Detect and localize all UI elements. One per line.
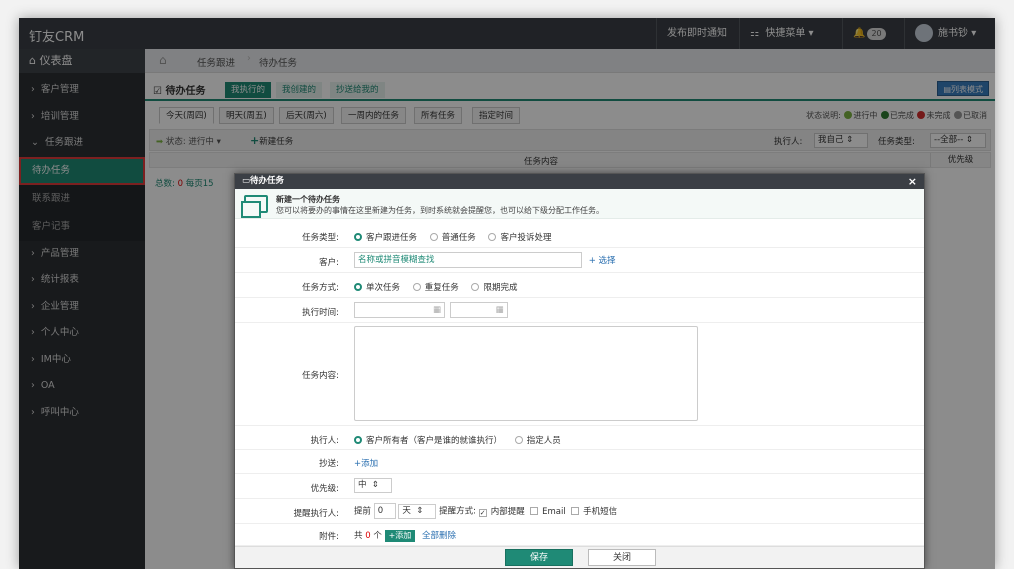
priority-label: 优先级: bbox=[310, 484, 339, 494]
task-mode-label: 任务方式: bbox=[302, 283, 339, 293]
cc-row: 抄送: +添加 bbox=[235, 450, 924, 474]
task-type-option-normal[interactable]: 普通任务 bbox=[429, 233, 476, 243]
task-mode-option-deadline[interactable]: 限期完成 bbox=[471, 283, 517, 293]
remind-unit-select[interactable]: 天 ⇕ bbox=[398, 503, 437, 519]
option-label: 重复任务 bbox=[424, 283, 459, 293]
close-button[interactable]: 关闭 bbox=[588, 549, 656, 566]
task-content-label: 任务内容: bbox=[302, 371, 339, 381]
priority-select[interactable]: 中 ⇕ bbox=[354, 478, 392, 493]
window-icon bbox=[241, 195, 268, 218]
new-task-dialog: ▭待办任务 × 新建一个待办任务 您可以将要办的事情在这里新建为任务，到时系统就… bbox=[234, 173, 925, 569]
priority-value: 中 bbox=[358, 480, 367, 490]
task-content-textarea[interactable] bbox=[354, 326, 698, 421]
option-label: 普通任务 bbox=[441, 233, 476, 243]
attachment-row: 附件: 共 0 个 +添加 全部删除 bbox=[235, 524, 924, 546]
task-mode-row: 任务方式: 单次任务 重复任务 限期完成 bbox=[235, 273, 924, 298]
dialog-footer: 保存 关闭 bbox=[235, 546, 924, 568]
radio-icon bbox=[514, 436, 523, 444]
task-content-row: 任务内容: bbox=[235, 323, 924, 426]
option-label: 限期完成 bbox=[483, 283, 518, 293]
cc-add-link[interactable]: +添加 bbox=[354, 457, 378, 469]
dialog-title: 待办任务 bbox=[250, 176, 285, 186]
exec-time-label: 执行时间: bbox=[302, 308, 339, 318]
customer-label: 客户: bbox=[319, 258, 339, 268]
exec-time-row: 执行时间: ▦ ▦ bbox=[235, 298, 924, 323]
executor-label: 执行人: bbox=[310, 436, 339, 446]
calendar-icon: ▦ bbox=[432, 305, 441, 315]
intro-description: 您可以将要办的事情在这里新建为任务，到时系统就会提醒您，也可以给下级分配工作任务… bbox=[276, 206, 604, 215]
priority-group: 中 ⇕ bbox=[354, 478, 392, 493]
intro-title: 新建一个待办任务 bbox=[276, 195, 340, 204]
option-label: 客户所有者（客户是谁的就谁执行） bbox=[366, 436, 503, 446]
radio-icon bbox=[488, 233, 497, 241]
option-label: 手机短信 bbox=[583, 506, 618, 517]
executor-options: 客户所有者（客户是谁的就谁执行） 指定人员 bbox=[354, 434, 571, 446]
checkbox-icon bbox=[530, 506, 539, 515]
task-type-label: 任务类型: bbox=[302, 233, 339, 243]
remind-group: 提前 0 天 ⇕ 提醒方式: ✓ 内部提醒 Email 手机短信 bbox=[354, 503, 617, 519]
exec-time-fields: ▦ ▦ bbox=[354, 302, 508, 318]
calendar-icon: ▦ bbox=[495, 305, 504, 315]
customer-field-group: 名称或拼音模糊查找 + 选择 bbox=[354, 252, 616, 268]
attachment-group: 共 0 个 +添加 全部删除 bbox=[354, 529, 456, 542]
task-mode-options: 单次任务 重复任务 限期完成 bbox=[354, 281, 527, 293]
remind-method-label: 提醒方式: bbox=[439, 506, 476, 517]
radio-checked-icon bbox=[354, 233, 362, 241]
radio-icon bbox=[471, 283, 480, 291]
option-label: 客户跟进任务 bbox=[366, 233, 418, 243]
dialog-header: ▭待办任务 × bbox=[235, 174, 924, 189]
option-label: 客户投诉处理 bbox=[500, 233, 552, 243]
attachment-count: 0 bbox=[365, 531, 371, 541]
radio-checked-icon bbox=[354, 436, 362, 444]
radio-checked-icon bbox=[354, 283, 362, 291]
remind-internal-checkbox[interactable]: ✓ 内部提醒 bbox=[478, 506, 525, 517]
attachment-add-button[interactable]: +添加 bbox=[384, 530, 416, 542]
attachment-label: 附件: bbox=[319, 532, 339, 542]
attachment-prefix: 共 bbox=[354, 531, 363, 541]
check-icon: ✓ bbox=[478, 508, 487, 517]
option-label: 指定人员 bbox=[526, 436, 561, 446]
attachment-suffix: 个 bbox=[373, 531, 382, 541]
remind-num-input[interactable]: 0 bbox=[373, 503, 396, 519]
option-label: Email bbox=[542, 506, 566, 517]
exec-date-input[interactable]: ▦ bbox=[354, 302, 445, 318]
executor-option-specified[interactable]: 指定人员 bbox=[514, 436, 561, 446]
executor-option-owner[interactable]: 客户所有者（客户是谁的就谁执行） bbox=[354, 436, 502, 446]
task-mode-option-single[interactable]: 单次任务 bbox=[354, 283, 400, 293]
choose-customer-link[interactable]: + 选择 bbox=[589, 256, 616, 266]
attachment-delete-all-link[interactable]: 全部删除 bbox=[422, 531, 456, 541]
option-label: 单次任务 bbox=[366, 283, 401, 293]
dialog-intro: 新建一个待办任务 您可以将要办的事情在这里新建为任务，到时系统就会提醒您，也可以… bbox=[235, 189, 924, 219]
task-type-row: 任务类型: 客户跟进任务 普通任务 客户投诉处理 bbox=[235, 223, 924, 248]
window-icon: ▭ bbox=[242, 176, 251, 186]
close-icon[interactable]: × bbox=[908, 174, 917, 189]
checkbox-icon bbox=[571, 506, 580, 515]
exec-clock-input[interactable]: ▦ bbox=[449, 302, 508, 318]
app-window: 钉友CRM 发布即时通知 ⚏ 快捷菜单 ▾ 🔔 20 施书钞 ▾ ⌂ 仪表盘 › … bbox=[19, 18, 995, 569]
remind-email-checkbox[interactable]: Email bbox=[530, 506, 566, 517]
executor-row: 执行人: 客户所有者（客户是谁的就谁执行） 指定人员 bbox=[235, 426, 924, 450]
customer-search-input[interactable]: 名称或拼音模糊查找 bbox=[354, 252, 582, 268]
remind-before-label: 提前 bbox=[354, 506, 372, 517]
cc-label: 抄送: bbox=[319, 459, 339, 469]
priority-row: 优先级: 中 ⇕ bbox=[235, 474, 924, 499]
remind-unit-value: 天 bbox=[402, 505, 411, 516]
remind-sms-checkbox[interactable]: 手机短信 bbox=[571, 506, 618, 517]
customer-row: 客户: 名称或拼音模糊查找 + 选择 bbox=[235, 248, 924, 273]
option-label: 内部提醒 bbox=[490, 506, 525, 517]
save-button[interactable]: 保存 bbox=[505, 549, 573, 566]
remind-label: 提醒执行人: bbox=[293, 509, 339, 519]
task-type-option-complaint[interactable]: 客户投诉处理 bbox=[488, 233, 551, 243]
remind-row: 提醒执行人: 提前 0 天 ⇕ 提醒方式: ✓ 内部提醒 Email 手机短信 bbox=[235, 499, 924, 524]
task-type-options: 客户跟进任务 普通任务 客户投诉处理 bbox=[354, 231, 561, 243]
radio-icon bbox=[412, 283, 421, 291]
task-type-option-followup[interactable]: 客户跟进任务 bbox=[354, 233, 417, 243]
radio-icon bbox=[429, 233, 438, 241]
task-mode-option-repeat[interactable]: 重复任务 bbox=[412, 283, 459, 293]
